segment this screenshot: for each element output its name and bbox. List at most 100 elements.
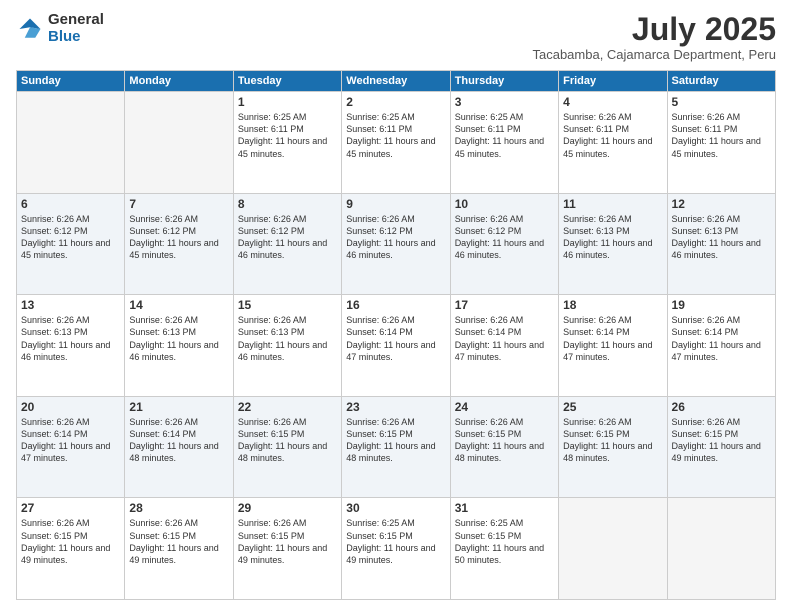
day-number: 7	[129, 197, 228, 211]
day-number: 15	[238, 298, 337, 312]
title-block: July 2025 Tacabamba, Cajamarca Departmen…	[532, 12, 776, 62]
day-info: Sunrise: 6:25 AM Sunset: 6:11 PM Dayligh…	[455, 111, 554, 160]
col-friday: Friday	[559, 71, 667, 92]
table-row: 4 Sunrise: 6:26 AM Sunset: 6:11 PM Daylig…	[559, 92, 667, 194]
day-info: Sunrise: 6:26 AM Sunset: 6:14 PM Dayligh…	[129, 416, 228, 465]
day-number: 18	[563, 298, 662, 312]
day-info: Sunrise: 6:26 AM Sunset: 6:14 PM Dayligh…	[455, 314, 554, 363]
day-number: 29	[238, 501, 337, 515]
day-number: 13	[21, 298, 120, 312]
day-info: Sunrise: 6:26 AM Sunset: 6:12 PM Dayligh…	[238, 213, 337, 262]
day-info: Sunrise: 6:25 AM Sunset: 6:15 PM Dayligh…	[455, 517, 554, 566]
calendar-week-row: 1 Sunrise: 6:25 AM Sunset: 6:11 PM Daylig…	[17, 92, 776, 194]
day-number: 2	[346, 95, 445, 109]
table-row: 22 Sunrise: 6:26 AM Sunset: 6:15 PM Dayli…	[233, 396, 341, 498]
calendar-week-row: 20 Sunrise: 6:26 AM Sunset: 6:14 PM Dayli…	[17, 396, 776, 498]
col-thursday: Thursday	[450, 71, 558, 92]
table-row: 14Sunrise: 6:26 AM Sunset: 6:13 PM Dayli…	[125, 295, 233, 397]
table-row: 31 Sunrise: 6:25 AM Sunset: 6:15 PM Dayli…	[450, 498, 558, 600]
day-number: 21	[129, 400, 228, 414]
table-row: 29 Sunrise: 6:26 AM Sunset: 6:15 PM Dayli…	[233, 498, 341, 600]
day-info: Sunrise: 6:26 AM Sunset: 6:15 PM Dayligh…	[238, 416, 337, 465]
day-info: Sunrise: 6:26 AM Sunset: 6:15 PM Dayligh…	[129, 517, 228, 566]
table-row: 12Sunrise: 6:26 AM Sunset: 6:13 PM Dayli…	[667, 193, 775, 295]
table-row: 25 Sunrise: 6:26 AM Sunset: 6:15 PM Dayli…	[559, 396, 667, 498]
day-number: 22	[238, 400, 337, 414]
day-info: Sunrise: 6:26 AM Sunset: 6:14 PM Dayligh…	[346, 314, 445, 363]
table-row: 23 Sunrise: 6:26 AM Sunset: 6:15 PM Dayli…	[342, 396, 450, 498]
table-row: 18 Sunrise: 6:26 AM Sunset: 6:14 PM Dayli…	[559, 295, 667, 397]
day-number: 23	[346, 400, 445, 414]
day-number: 17	[455, 298, 554, 312]
day-number: 24	[455, 400, 554, 414]
table-row	[125, 92, 233, 194]
day-number: 20	[21, 400, 120, 414]
table-row: 15 Sunrise: 6:26 AM Sunset: 6:13 PM Dayli…	[233, 295, 341, 397]
table-row: 21 Sunrise: 6:26 AM Sunset: 6:14 PM Dayli…	[125, 396, 233, 498]
day-info: Sunrise: 6:26 AM Sunset: 6:15 PM Dayligh…	[346, 416, 445, 465]
day-info: Sunrise: 6:26 AM Sunset: 6:11 PM Dayligh…	[672, 111, 771, 160]
day-number: 28	[129, 501, 228, 515]
page-header: General Blue July 2025 Tacabamba, Cajama…	[16, 12, 776, 62]
day-number: 11	[563, 197, 662, 211]
table-row: 28 Sunrise: 6:26 AM Sunset: 6:15 PM Dayli…	[125, 498, 233, 600]
day-number: 16	[346, 298, 445, 312]
calendar-week-row: 27 Sunrise: 6:26 AM Sunset: 6:15 PM Dayli…	[17, 498, 776, 600]
table-row	[17, 92, 125, 194]
day-info: Sunrise: 6:26 AM Sunset: 6:14 PM Dayligh…	[21, 416, 120, 465]
day-number: 25	[563, 400, 662, 414]
table-row: 27 Sunrise: 6:26 AM Sunset: 6:15 PM Dayli…	[17, 498, 125, 600]
table-row: 10 Sunrise: 6:26 AM Sunset: 6:12 PM Dayli…	[450, 193, 558, 295]
day-number: 4	[563, 95, 662, 109]
col-monday: Monday	[125, 71, 233, 92]
day-info: Sunrise: 6:25 AM Sunset: 6:11 PM Dayligh…	[346, 111, 445, 160]
table-row: 3 Sunrise: 6:25 AM Sunset: 6:11 PM Daylig…	[450, 92, 558, 194]
logo-blue-text: Blue	[48, 29, 104, 46]
day-number: 5	[672, 95, 771, 109]
day-info: Sunrise: 6:26 AM Sunset: 6:13 PM Dayligh…	[672, 213, 771, 262]
table-row: 13Sunrise: 6:26 AM Sunset: 6:13 PM Dayli…	[17, 295, 125, 397]
table-row: 17 Sunrise: 6:26 AM Sunset: 6:14 PM Dayli…	[450, 295, 558, 397]
day-number: 31	[455, 501, 554, 515]
calendar-table: Sunday Monday Tuesday Wednesday Thursday…	[16, 70, 776, 600]
table-row: 1 Sunrise: 6:25 AM Sunset: 6:11 PM Daylig…	[233, 92, 341, 194]
table-row: 6Sunrise: 6:26 AM Sunset: 6:12 PM Daylig…	[17, 193, 125, 295]
day-number: 14	[129, 298, 228, 312]
day-info: Sunrise: 6:26 AM Sunset: 6:15 PM Dayligh…	[21, 517, 120, 566]
day-info: Sunrise: 6:26 AM Sunset: 6:12 PM Dayligh…	[455, 213, 554, 262]
table-row: 24Sunrise: 6:26 AM Sunset: 6:15 PM Dayli…	[450, 396, 558, 498]
subtitle: Tacabamba, Cajamarca Department, Peru	[532, 47, 776, 62]
day-info: Sunrise: 6:26 AM Sunset: 6:15 PM Dayligh…	[563, 416, 662, 465]
day-info: Sunrise: 6:26 AM Sunset: 6:11 PM Dayligh…	[563, 111, 662, 160]
table-row: 30 Sunrise: 6:25 AM Sunset: 6:15 PM Dayli…	[342, 498, 450, 600]
day-info: Sunrise: 6:26 AM Sunset: 6:15 PM Dayligh…	[238, 517, 337, 566]
day-info: Sunrise: 6:25 AM Sunset: 6:15 PM Dayligh…	[346, 517, 445, 566]
col-saturday: Saturday	[667, 71, 775, 92]
calendar-week-row: 13 Sunrise: 6:26 AM Sunset: 6:13 PM Dayli…	[17, 295, 776, 397]
day-info: Sunrise: 6:26 AM Sunset: 6:12 PM Dayligh…	[346, 213, 445, 262]
day-number: 3	[455, 95, 554, 109]
day-info: Sunrise: 6:26 AM Sunset: 6:15 PM Dayligh…	[672, 416, 771, 465]
table-row: 16 Sunrise: 6:26 AM Sunset: 6:14 PM Dayli…	[342, 295, 450, 397]
day-number: 10	[455, 197, 554, 211]
day-number: 1	[238, 95, 337, 109]
day-number: 30	[346, 501, 445, 515]
table-row: 2 Sunrise: 6:25 AM Sunset: 6:11 PM Daylig…	[342, 92, 450, 194]
day-info: Sunrise: 6:26 AM Sunset: 6:14 PM Dayligh…	[672, 314, 771, 363]
day-info: Sunrise: 6:26 AM Sunset: 6:14 PM Dayligh…	[563, 314, 662, 363]
day-number: 27	[21, 501, 120, 515]
day-info: Sunrise: 6:26 AM Sunset: 6:12 PM Dayligh…	[129, 213, 228, 262]
day-number: 8	[238, 197, 337, 211]
day-info: Sunrise: 6:25 AM Sunset: 6:11 PM Dayligh…	[238, 111, 337, 160]
table-row	[559, 498, 667, 600]
table-row: 8 Sunrise: 6:26 AM Sunset: 6:12 PM Daylig…	[233, 193, 341, 295]
table-row: 11 Sunrise: 6:26 AM Sunset: 6:13 PM Dayli…	[559, 193, 667, 295]
day-info: Sunrise: 6:26 AM Sunset: 6:13 PM Dayligh…	[563, 213, 662, 262]
table-row: 19Sunrise: 6:26 AM Sunset: 6:14 PM Dayli…	[667, 295, 775, 397]
table-row: 9Sunrise: 6:26 AM Sunset: 6:12 PM Daylig…	[342, 193, 450, 295]
day-number: 26	[672, 400, 771, 414]
table-row: 7 Sunrise: 6:26 AM Sunset: 6:12 PM Daylig…	[125, 193, 233, 295]
day-info: Sunrise: 6:26 AM Sunset: 6:13 PM Dayligh…	[238, 314, 337, 363]
col-wednesday: Wednesday	[342, 71, 450, 92]
table-row: 5 Sunrise: 6:26 AM Sunset: 6:11 PM Daylig…	[667, 92, 775, 194]
